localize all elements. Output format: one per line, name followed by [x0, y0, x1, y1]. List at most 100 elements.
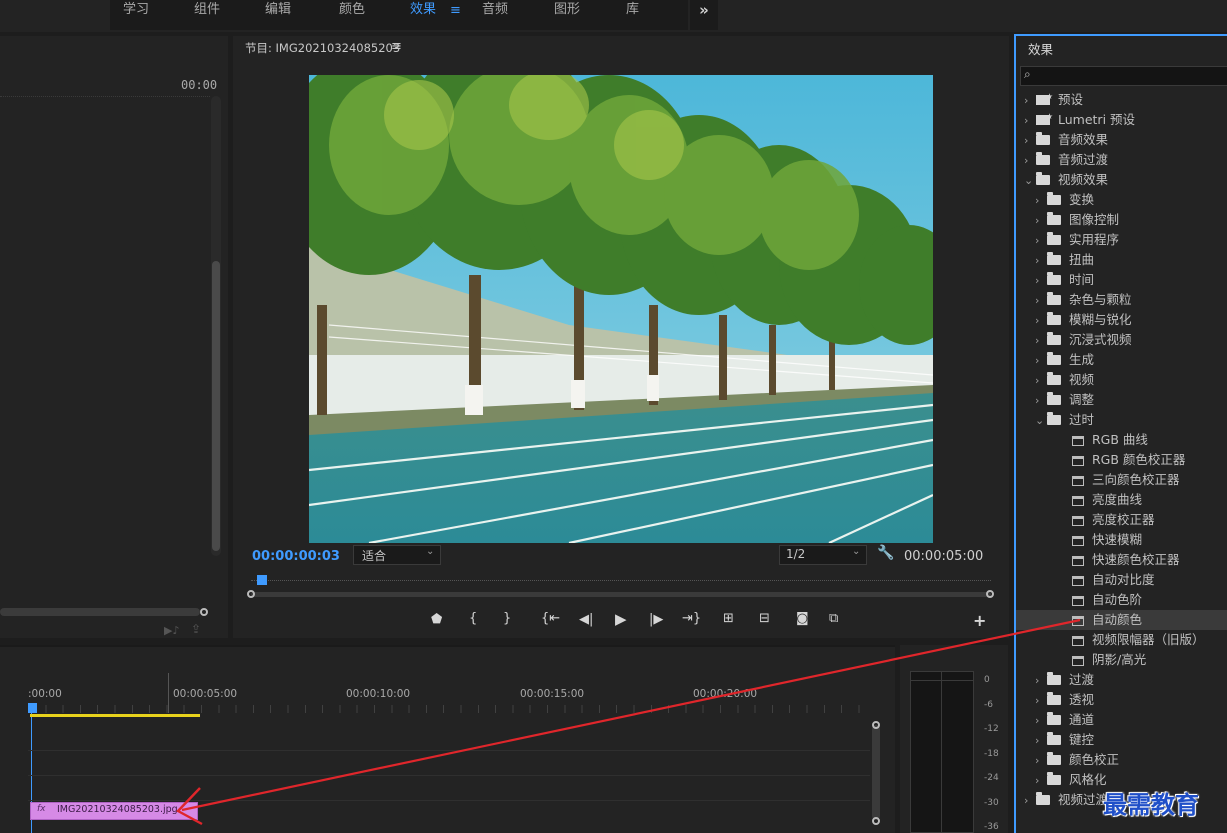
effects-tree-item[interactable]: › 生成: [1016, 350, 1227, 370]
effects-tree-item[interactable]: › 变换: [1016, 190, 1227, 210]
effects-tree-item[interactable]: › 过渡: [1016, 670, 1227, 690]
source-scrollbar[interactable]: [211, 96, 221, 556]
chevron-right-icon[interactable]: ›: [1024, 791, 1036, 811]
chevron-right-icon[interactable]: ›: [1035, 291, 1047, 311]
effects-tree-item[interactable]: 快速模糊: [1016, 530, 1227, 550]
add-button-icon[interactable]: +: [973, 611, 986, 630]
effects-tree-item[interactable]: › 实用程序: [1016, 230, 1227, 250]
go-to-out-icon[interactable]: ⇥}: [682, 611, 701, 626]
effects-tree-item[interactable]: 亮度校正器: [1016, 510, 1227, 530]
effects-tree-item[interactable]: › 扭曲: [1016, 250, 1227, 270]
export-frame-icon[interactable]: ⇪: [191, 622, 201, 636]
chevron-right-icon[interactable]: ›: [1035, 711, 1047, 731]
step-forward-icon[interactable]: |▶: [649, 612, 663, 627]
lift-icon[interactable]: ⊞: [723, 611, 734, 626]
timeline-playhead[interactable]: [28, 703, 37, 713]
resolution-dropdown[interactable]: 1/2 ⌄: [779, 545, 867, 565]
chevron-down-icon[interactable]: ⌄: [1035, 411, 1047, 431]
add-marker-icon[interactable]: ⬟: [431, 612, 442, 627]
chevron-right-icon[interactable]: ›: [1024, 131, 1036, 151]
timeline-v-scrollbar[interactable]: [872, 725, 880, 820]
chevron-right-icon[interactable]: ›: [1035, 271, 1047, 291]
source-zoom-handle[interactable]: [200, 608, 208, 616]
chevron-right-icon[interactable]: ›: [1035, 231, 1047, 251]
chevron-right-icon[interactable]: ›: [1035, 371, 1047, 391]
drag-audio-icon[interactable]: ▶♪: [164, 624, 179, 637]
go-to-in-icon[interactable]: {⇤: [541, 611, 560, 626]
workspace-tab-assembly[interactable]: 组件: [194, 0, 220, 22]
chevron-right-icon[interactable]: ›: [1035, 211, 1047, 231]
zoom-handle-right[interactable]: [986, 590, 994, 598]
effects-tree-item[interactable]: 自动对比度: [1016, 570, 1227, 590]
effects-tree-item[interactable]: 三向颜色校正器: [1016, 470, 1227, 490]
chevron-right-icon[interactable]: ›: [1035, 751, 1047, 771]
fit-dropdown[interactable]: 适合 ⌄: [353, 545, 441, 565]
mark-in-icon[interactable]: {: [469, 611, 477, 626]
source-scroll-thumb[interactable]: [212, 261, 220, 551]
effects-tree-item[interactable]: 阴影/高光: [1016, 650, 1227, 670]
chevron-right-icon[interactable]: ›: [1024, 111, 1036, 131]
effects-tree-item[interactable]: › 通道: [1016, 710, 1227, 730]
chevron-right-icon[interactable]: ›: [1035, 351, 1047, 371]
chevron-right-icon[interactable]: ›: [1035, 771, 1047, 791]
play-icon[interactable]: ▶: [615, 610, 627, 628]
program-zoom-bar[interactable]: [251, 592, 991, 597]
workspace-menu-icon[interactable]: ≡: [450, 3, 461, 18]
effects-tree-item[interactable]: RGB 颜色校正器: [1016, 450, 1227, 470]
program-ruler[interactable]: [251, 580, 991, 582]
chevron-right-icon[interactable]: ›: [1035, 671, 1047, 691]
effects-tree-item[interactable]: ⌄ 过时: [1016, 410, 1227, 430]
chevron-right-icon[interactable]: ›: [1035, 691, 1047, 711]
effects-tree-item[interactable]: › 时间: [1016, 270, 1227, 290]
effects-tree-item[interactable]: 快速颜色校正器: [1016, 550, 1227, 570]
effects-tree-item[interactable]: › 图像控制: [1016, 210, 1227, 230]
workspace-tab-learn[interactable]: 学习: [123, 0, 149, 22]
timeline-scroll-handle-top[interactable]: [872, 721, 880, 729]
wrench-icon[interactable]: 🔧: [877, 545, 894, 561]
program-playhead[interactable]: [257, 575, 267, 585]
chevron-right-icon[interactable]: ›: [1024, 91, 1036, 111]
workspace-tab-audio[interactable]: 音频: [482, 0, 508, 22]
effects-tree-item[interactable]: › 音频效果: [1016, 130, 1227, 150]
workspace-tab-graphics[interactable]: 图形: [554, 0, 580, 22]
workspace-tab-libraries[interactable]: 库: [626, 0, 639, 22]
mark-out-icon[interactable]: }: [503, 611, 511, 626]
more-workspaces-button[interactable]: »: [690, 0, 718, 30]
workspace-tab-color[interactable]: 颜色: [339, 0, 365, 22]
effects-tree-item[interactable]: 自动色阶: [1016, 590, 1227, 610]
effects-tree-item[interactable]: › 调整: [1016, 390, 1227, 410]
source-h-scrollbar[interactable]: [0, 608, 200, 616]
comparison-view-icon[interactable]: ⧉: [829, 611, 838, 626]
chevron-right-icon[interactable]: ›: [1035, 731, 1047, 751]
effects-tree-item[interactable]: › 视频: [1016, 370, 1227, 390]
effects-search-input[interactable]: ⌕: [1020, 66, 1227, 86]
timeline-scroll-handle-bottom[interactable]: [872, 817, 880, 825]
zoom-handle-left[interactable]: [247, 590, 255, 598]
timeline-clip[interactable]: fx IMG20210324085203.jpg: [30, 802, 198, 820]
chevron-right-icon[interactable]: ›: [1035, 191, 1047, 211]
chevron-right-icon[interactable]: ›: [1035, 391, 1047, 411]
effects-tree-item[interactable]: › 键控: [1016, 730, 1227, 750]
effects-tree-item[interactable]: › 沉浸式视频: [1016, 330, 1227, 350]
program-current-time[interactable]: 00:00:00:03: [252, 549, 340, 564]
extract-icon[interactable]: ⊟: [759, 611, 770, 626]
chevron-right-icon[interactable]: ›: [1024, 151, 1036, 171]
effects-tree-item[interactable]: › Lumetri 预设: [1016, 107, 1227, 131]
effects-tree-item[interactable]: RGB 曲线: [1016, 430, 1227, 450]
workspace-tab-effects[interactable]: 效果: [410, 0, 436, 22]
effects-tree-item[interactable]: › 音频过渡: [1016, 150, 1227, 170]
chevron-down-icon[interactable]: ⌄: [1024, 171, 1036, 191]
effects-tree-item[interactable]: 自动颜色: [1016, 610, 1227, 630]
program-menu-icon[interactable]: ≡: [391, 39, 402, 54]
effects-tree-item[interactable]: ⌄ 视频效果: [1016, 170, 1227, 190]
effects-tree-item[interactable]: › 透视: [1016, 690, 1227, 710]
timeline-ruler-ticks[interactable]: [28, 705, 868, 713]
effects-tree-item[interactable]: › 杂色与颗粒: [1016, 290, 1227, 310]
export-frame-camera-icon[interactable]: ◙: [796, 611, 809, 626]
workspace-tab-editing[interactable]: 编辑: [265, 0, 291, 22]
chevron-right-icon[interactable]: ›: [1035, 311, 1047, 331]
effects-tree-item[interactable]: 视频限幅器（旧版）: [1016, 630, 1227, 650]
chevron-right-icon[interactable]: ›: [1035, 331, 1047, 351]
effects-tree-item[interactable]: 亮度曲线: [1016, 490, 1227, 510]
step-back-icon[interactable]: ◀|: [579, 612, 593, 627]
